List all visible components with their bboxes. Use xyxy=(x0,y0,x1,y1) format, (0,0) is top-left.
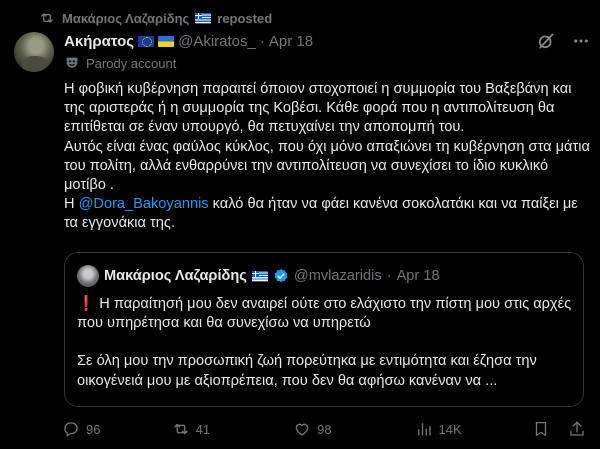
quoted-body: ❗ Η παραίτησή μου δεν αναιρεί ούτε στο ε… xyxy=(77,295,577,391)
mask-icon xyxy=(66,57,78,68)
analytics-icon xyxy=(417,423,431,436)
repost-count: 41 xyxy=(195,421,211,437)
repost-icon xyxy=(173,423,188,435)
quoted-paragraph: ❗ Η παραίτησή μου δεν αναιρεί ούτε στο ε… xyxy=(77,295,577,333)
quoted-date: Apr 18 xyxy=(396,268,440,284)
separator-dot: · xyxy=(259,32,265,50)
mention-link[interactable]: @Dora_Bakoyannis xyxy=(79,196,209,212)
bookmark-icon[interactable] xyxy=(532,420,550,438)
like-count: 98 xyxy=(317,421,332,437)
repost-indicator[interactable]: Μακάριος Λαζαρίδης reposted xyxy=(38,8,272,28)
author-handle[interactable]: @Akiratos_ xyxy=(178,33,256,50)
views-button[interactable]: 14K xyxy=(415,420,533,438)
tweet-header: Ακήρατος @Akiratos_ · Apr 18 xyxy=(64,30,590,52)
author-name[interactable]: Ακήρατος xyxy=(64,33,134,50)
share-icon[interactable] xyxy=(568,420,586,438)
quoted-tweet[interactable]: Μακάριος Λαζαρίδης @mvlazaridis · Apr 18… xyxy=(64,252,584,407)
verified-badge-icon xyxy=(274,269,288,283)
greece-flag-icon xyxy=(251,270,268,282)
reply-icon xyxy=(64,422,78,437)
exclamation-icon: ❗ xyxy=(77,296,96,312)
repost-icon xyxy=(41,13,53,23)
tweet-text: Η xyxy=(64,196,79,213)
eu-flag-icon xyxy=(138,35,155,47)
tweet-paragraph: Η φοβική κυβέρνηση παραιτεί όποιον στοχο… xyxy=(64,81,572,136)
grok-icon[interactable] xyxy=(536,31,556,51)
quoted-header: Μακάριος Λαζαρίδης @mvlazaridis · Apr 18 xyxy=(77,265,440,287)
author-avatar[interactable] xyxy=(14,32,54,72)
quoted-avatar xyxy=(77,265,99,287)
tweet-paragraph: Η @Dora_Bakoyannis καλό θα ήταν να φάει … xyxy=(64,195,590,233)
reply-button[interactable]: 96 xyxy=(62,420,172,438)
quoted-paragraph: Σε όλη μου την προσωπική ζωή πορεύτηκα μ… xyxy=(77,353,537,389)
tweet-paragraph: Αυτός είναι ένας φαύλος κύκλος, που όχι … xyxy=(64,138,590,194)
parody-badge: Parody account xyxy=(64,54,176,72)
bookmark-share-group xyxy=(532,420,586,438)
reply-count: 96 xyxy=(86,421,101,437)
parody-label: Parody account xyxy=(86,55,177,71)
quoted-handle: @mvlazaridis xyxy=(293,268,382,284)
like-button[interactable]: 98 xyxy=(293,420,414,438)
repost-button[interactable]: 41 xyxy=(172,420,293,438)
greece-flag-icon xyxy=(195,12,212,24)
tweet-body: Η φοβική κυβέρνηση παραιτεί όποιον στοχο… xyxy=(64,80,590,234)
repost-label: reposted xyxy=(217,10,273,26)
quoted-text: Η παραίτησή μου δεν αναιρεί ούτε στο ελά… xyxy=(77,296,572,332)
separator-dot: · xyxy=(386,268,392,284)
more-options-icon[interactable] xyxy=(572,32,590,50)
ukraine-flag-icon xyxy=(158,35,175,47)
views-count: 14K xyxy=(438,421,462,437)
heart-icon xyxy=(295,423,309,436)
repost-user[interactable]: Μακάριος Λαζαρίδης xyxy=(62,11,189,26)
tweet-date[interactable]: Apr 18 xyxy=(269,33,313,50)
quoted-author-name: Μακάριος Λαζαρίδης xyxy=(104,268,247,284)
action-bar: 96 41 98 14K xyxy=(62,418,586,440)
